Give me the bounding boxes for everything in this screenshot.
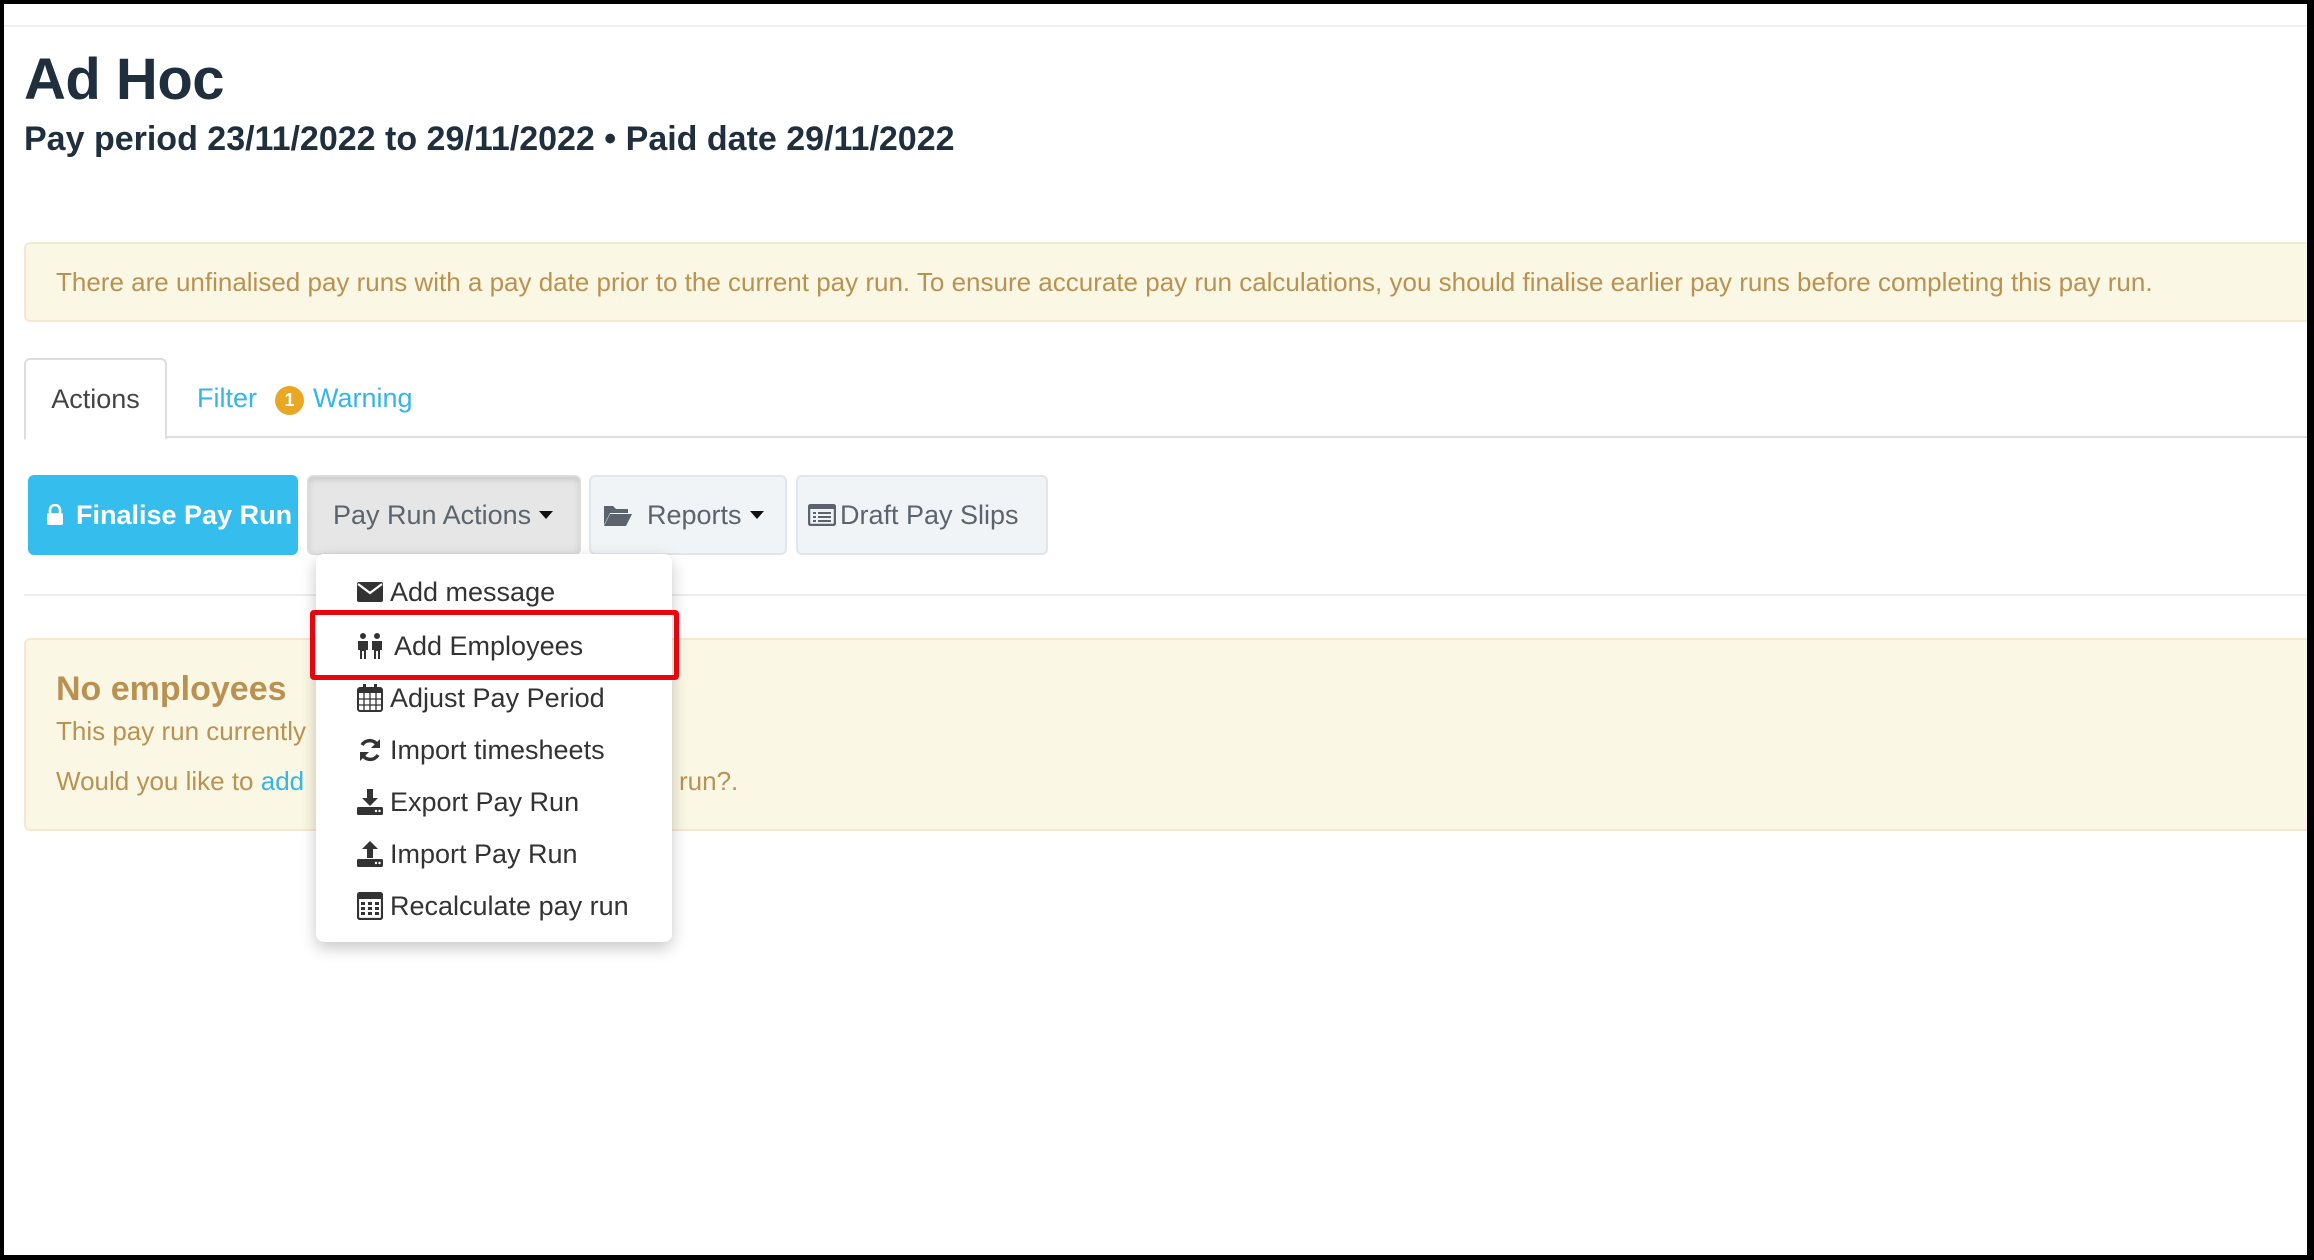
calculator-icon <box>356 892 384 920</box>
add-employees-prompt: Would you like to add <box>56 766 304 797</box>
menu-item-label: Add message <box>390 576 556 607</box>
no-employees-title: No employees <box>56 670 287 708</box>
menu-item-export-pay-run[interactable]: Export Pay Run <box>316 776 672 828</box>
menu-item-label: Export Pay Run <box>390 786 580 817</box>
finalise-pay-run-button[interactable]: Finalise Pay Run <box>28 475 298 555</box>
tab-filter[interactable]: Filter <box>197 358 257 438</box>
unfinalised-warning-alert: There are unfinalised pay runs with a pa… <box>24 242 2307 322</box>
pay-period-subtitle: Pay period 23/11/2022 to 29/11/2022 • Pa… <box>24 120 955 158</box>
button-label: Finalise Pay Run <box>76 499 293 530</box>
download-icon <box>356 788 384 816</box>
no-employees-message: This pay run currently <box>56 716 306 746</box>
menu-item-import-timesheets[interactable]: Import timesheets <box>316 724 672 776</box>
users-icon <box>356 632 384 660</box>
list-alt-icon <box>808 504 836 526</box>
pay-run-actions-menu: Add message Add Employees Adjust Pay Per… <box>316 554 672 942</box>
upload-icon <box>356 840 384 868</box>
button-label: Pay Run Actions <box>333 499 532 530</box>
menu-item-label: Import Pay Run <box>390 838 578 869</box>
top-divider <box>4 25 2307 27</box>
caret-down-icon <box>749 511 764 519</box>
calendar-icon <box>356 684 384 712</box>
button-label: Draft Pay Slips <box>840 499 1019 530</box>
menu-item-recalculate-pay-run[interactable]: Recalculate pay run <box>316 880 672 932</box>
tab-label: Filter <box>197 382 257 413</box>
menu-item-label: Recalculate pay run <box>390 890 629 921</box>
envelope-icon <box>356 578 384 606</box>
menu-item-add-message[interactable]: Add message <box>316 566 672 618</box>
lock-icon <box>46 504 64 526</box>
tab-label: Warning <box>313 382 413 413</box>
page: Ad Hoc Pay period 23/11/2022 to 29/11/20… <box>4 4 2307 1255</box>
folder-open-icon <box>603 503 633 527</box>
draft-pay-slips-button[interactable]: Draft Pay Slips <box>796 475 1048 555</box>
pay-run-actions-dropdown-button[interactable]: Pay Run Actions <box>307 475 581 555</box>
tab-warning[interactable]: 1 Warning <box>275 358 413 438</box>
menu-item-label: Add Employees <box>394 630 584 661</box>
tab-bar: Actions Filter 1 Warning <box>24 358 2307 440</box>
menu-item-label: Import timesheets <box>390 734 605 765</box>
prompt-text: Would you like to <box>56 766 261 796</box>
refresh-icon <box>356 736 384 764</box>
menu-item-label: Adjust Pay Period <box>390 682 605 713</box>
warning-count-badge: 1 <box>275 385 304 415</box>
menu-item-import-pay-run[interactable]: Import Pay Run <box>316 828 672 880</box>
add-employees-link[interactable]: add <box>261 766 304 796</box>
button-label: Reports <box>647 499 742 530</box>
tab-actions[interactable]: Actions <box>24 358 167 440</box>
menu-item-adjust-pay-period[interactable]: Adjust Pay Period <box>316 672 672 724</box>
caret-down-icon <box>539 511 554 519</box>
menu-item-add-employees[interactable]: Add Employees <box>316 620 672 672</box>
prompt-suffix: run?. <box>679 766 739 796</box>
alert-text: There are unfinalised pay runs with a pa… <box>56 266 2153 297</box>
reports-dropdown-button[interactable]: Reports <box>589 475 787 555</box>
tab-label: Actions <box>51 383 140 414</box>
page-title: Ad Hoc <box>24 47 225 112</box>
